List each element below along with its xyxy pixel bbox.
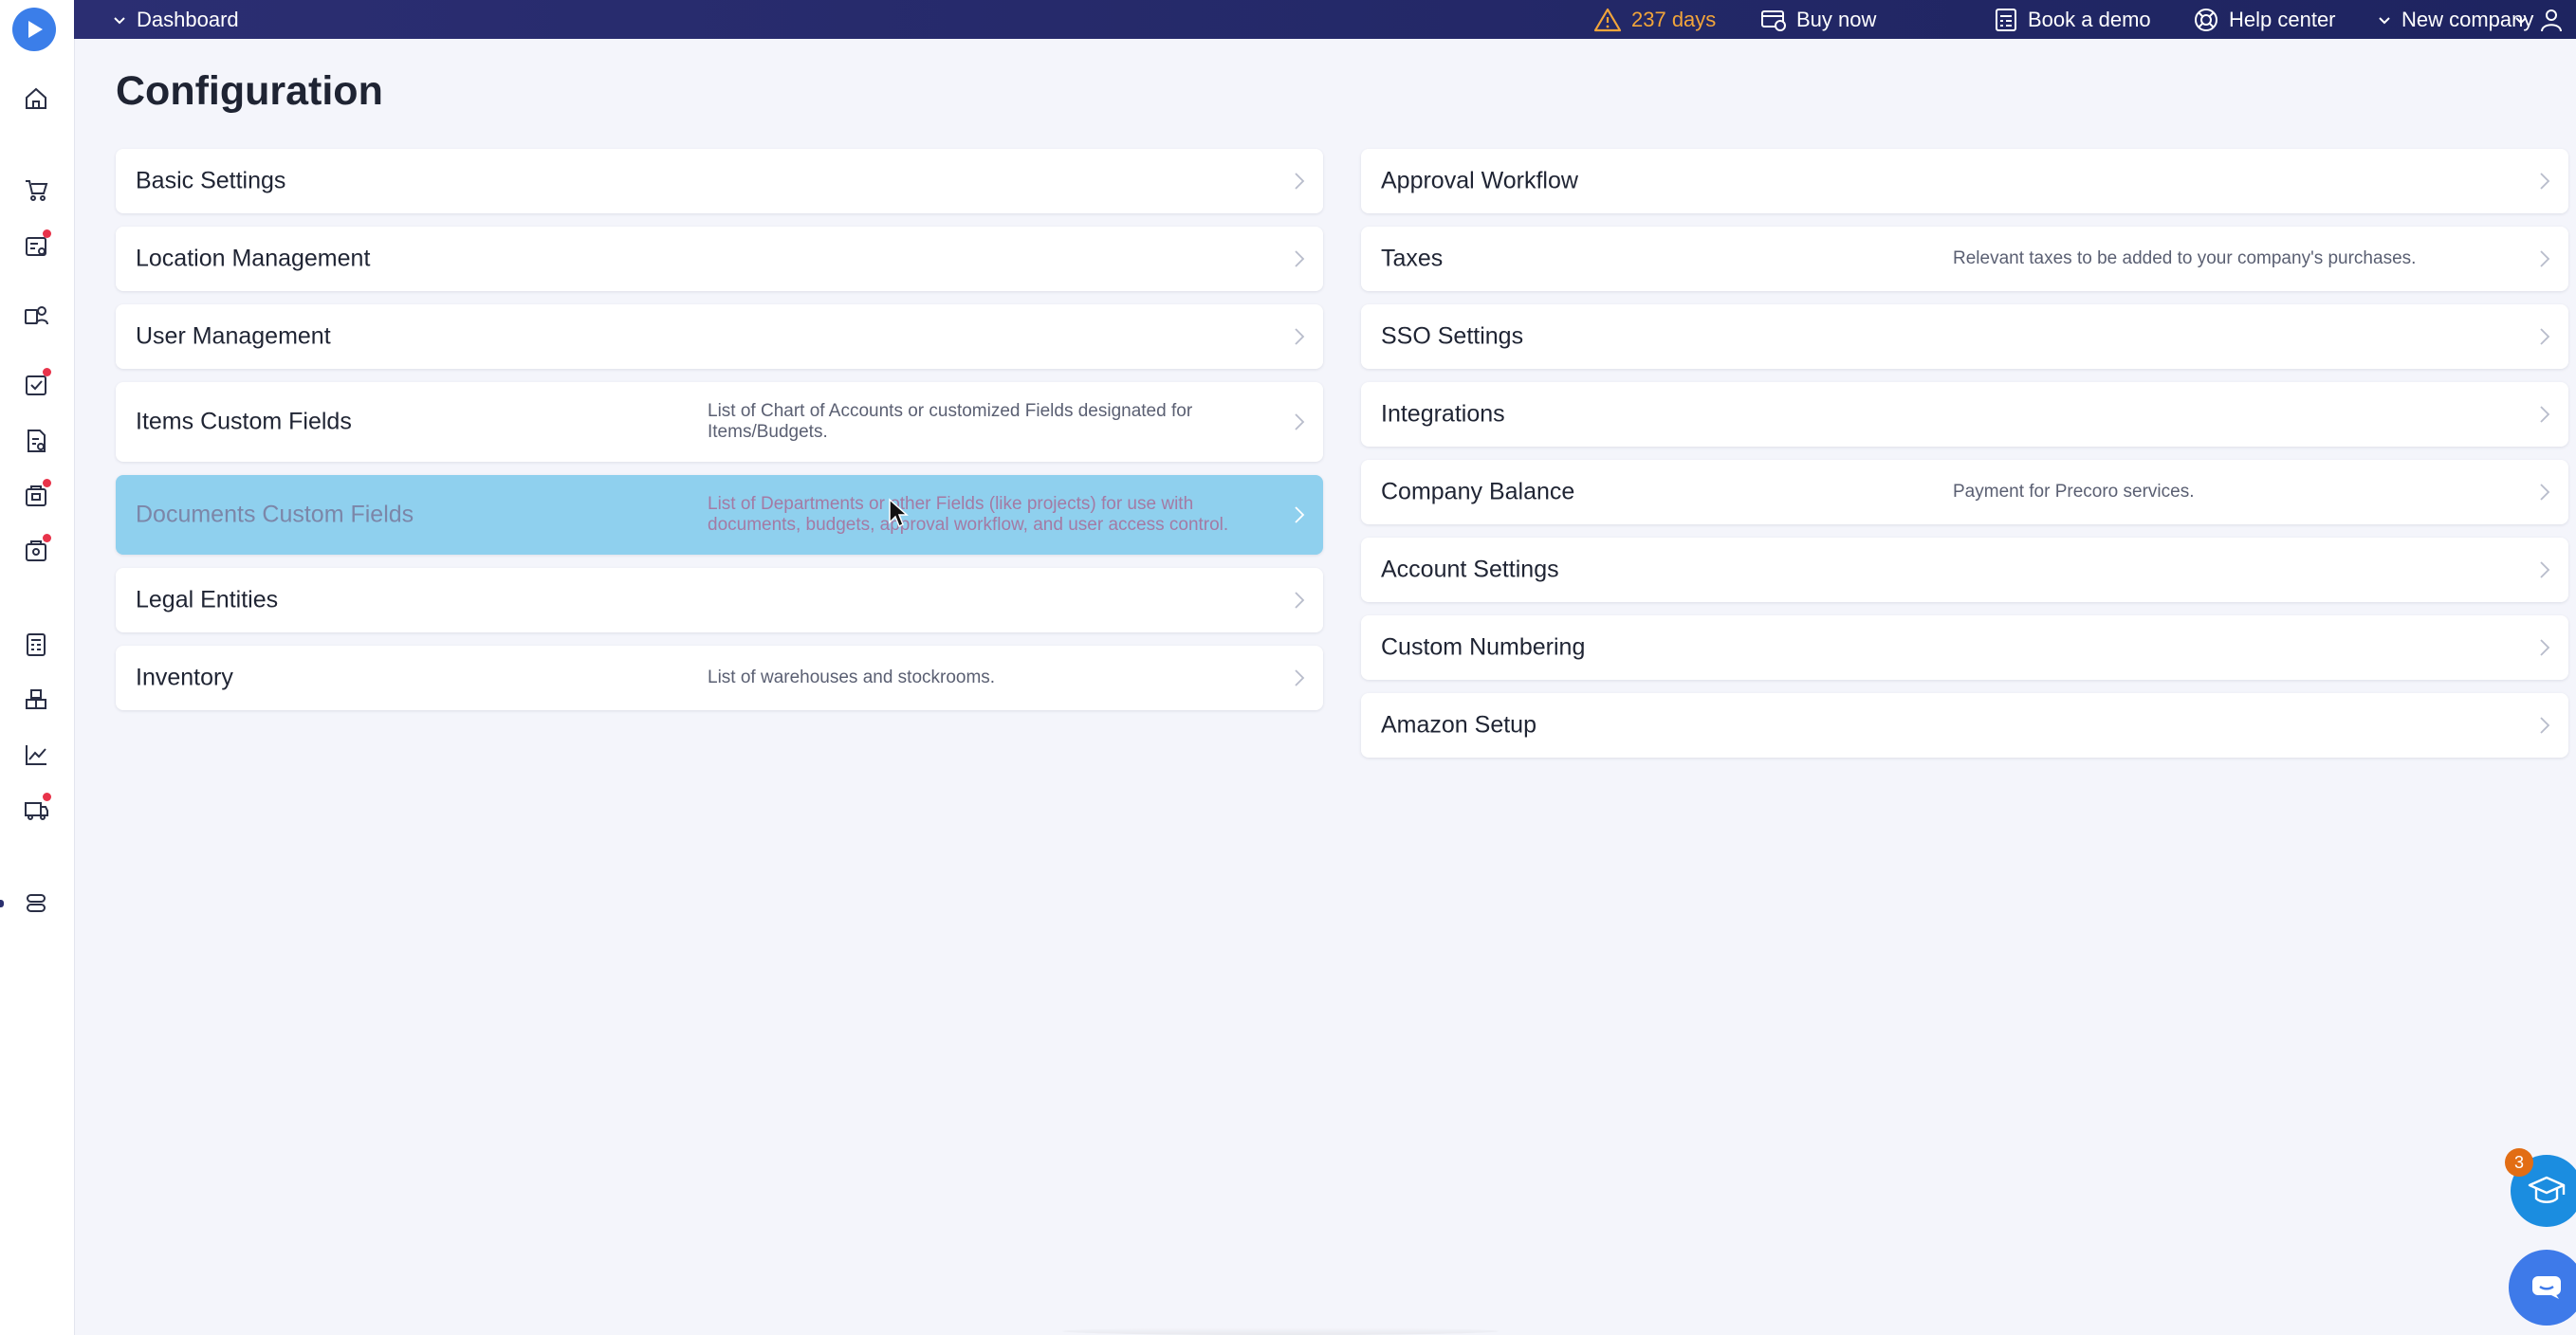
card-location-management[interactable]: Location Management — [116, 227, 1323, 291]
card-title: Custom Numbering — [1381, 633, 1586, 661]
card-title: Legal Entities — [136, 586, 279, 613]
card-sso-settings[interactable]: SSO Settings — [1361, 304, 2568, 369]
receipts-icon[interactable] — [19, 479, 53, 513]
notification-dot — [43, 793, 51, 801]
chevron-right-icon — [2534, 637, 2555, 658]
card-description: Payment for Precoro services. — [1953, 482, 2195, 502]
chat-button[interactable] — [2509, 1250, 2576, 1326]
chat-icon — [2532, 1276, 2561, 1299]
sidebar — [0, 0, 75, 1335]
buy-now-label: Buy now — [1796, 7, 1877, 31]
card-description: Relevant taxes to be added to your compa… — [1953, 248, 2417, 268]
user-icon — [2541, 9, 2562, 31]
active-indicator — [0, 900, 4, 907]
notification-dot — [43, 479, 51, 487]
card-title: Amazon Setup — [1381, 711, 1536, 739]
card-description: List of Departments or other Fields (lik… — [708, 494, 1229, 535]
approvals-icon[interactable] — [19, 368, 53, 402]
budgets-icon[interactable] — [19, 628, 53, 662]
card-title: SSO Settings — [1381, 322, 1524, 350]
chevron-right-icon — [2534, 248, 2555, 269]
chevron-right-icon — [1289, 248, 1310, 269]
chevron-down-icon — [114, 16, 125, 24]
chevron-right-icon — [1289, 326, 1310, 347]
card-title: Approval Workflow — [1381, 167, 1578, 194]
lifebuoy-icon — [2195, 8, 2217, 31]
card-inventory[interactable]: Inventory List of warehouses and stockro… — [116, 646, 1323, 710]
buy-now-button[interactable]: Buy now — [1760, 0, 1876, 39]
card-title: Location Management — [136, 245, 371, 272]
calendar-icon — [1996, 8, 2016, 31]
notification-dot — [43, 534, 51, 542]
card-user-management[interactable]: User Management — [116, 304, 1323, 369]
invoices-icon[interactable] — [19, 424, 53, 458]
settings-icon[interactable] — [19, 886, 53, 920]
card-title: Items Custom Fields — [136, 408, 352, 435]
card-custom-numbering[interactable]: Custom Numbering — [1361, 615, 2568, 680]
chevron-right-icon — [2534, 482, 2555, 503]
card-items-custom-fields[interactable]: Items Custom Fields List of Chart of Acc… — [116, 382, 1323, 462]
card-amazon-setup[interactable]: Amazon Setup — [1361, 693, 2568, 758]
page-title: Configuration — [116, 68, 383, 114]
card-title: Integrations — [1381, 400, 1505, 428]
card-title: Taxes — [1381, 245, 1444, 272]
card-account-settings[interactable]: Account Settings — [1361, 538, 2568, 602]
chevron-right-icon — [1289, 590, 1310, 611]
book-demo-button[interactable]: Book a demo — [1994, 0, 2151, 39]
card-description: List of warehouses and stockrooms. — [708, 668, 996, 687]
precoro-logo-icon[interactable] — [12, 8, 56, 51]
card-title: Inventory — [136, 664, 233, 691]
chevron-right-icon — [2534, 404, 2555, 425]
chevron-right-icon — [1289, 411, 1310, 432]
requests-icon[interactable] — [19, 229, 53, 264]
card-integrations[interactable]: Integrations — [1361, 382, 2568, 447]
card-description: List of Chart of Accounts or customized … — [708, 401, 1193, 442]
trial-days-label: 237 days — [1631, 7, 1717, 31]
card-legal-entities[interactable]: Legal Entities — [116, 568, 1323, 632]
delivery-icon[interactable] — [19, 793, 53, 827]
inventory-icon[interactable] — [19, 683, 53, 717]
book-demo-label: Book a demo — [2028, 7, 2151, 31]
notification-dot — [43, 368, 51, 376]
card-title: Account Settings — [1381, 556, 1559, 583]
card-title: Documents Custom Fields — [136, 501, 414, 528]
notification-dot — [43, 229, 51, 238]
payment-icon — [1761, 9, 1786, 31]
analytics-icon[interactable] — [19, 738, 53, 772]
chevron-right-icon — [1289, 668, 1310, 688]
chevron-right-icon — [2534, 715, 2555, 736]
cart-icon[interactable] — [19, 173, 53, 207]
top-bar: Dashboard 237 days Buy now Book a demo H… — [74, 0, 2576, 39]
card-basic-settings[interactable]: Basic Settings — [116, 149, 1323, 213]
card-title: Company Balance — [1381, 478, 1575, 505]
chevron-right-icon — [2534, 559, 2555, 580]
help-center-label: Help center — [2229, 7, 2336, 31]
bottom-scroll-shadow — [1062, 1327, 1499, 1335]
warning-icon — [1593, 8, 1622, 31]
home-icon[interactable] — [19, 82, 53, 116]
card-taxes[interactable]: Taxes Relevant taxes to be added to your… — [1361, 227, 2568, 291]
card-company-balance[interactable]: Company Balance Payment for Precoro serv… — [1361, 460, 2568, 524]
mouse-cursor-icon — [888, 498, 909, 533]
dashboard-menu[interactable]: Dashboard — [112, 0, 239, 39]
education-badge: 3 — [2505, 1148, 2533, 1177]
card-approval-workflow[interactable]: Approval Workflow — [1361, 149, 2568, 213]
chevron-right-icon — [1289, 171, 1310, 192]
card-title: User Management — [136, 322, 331, 350]
chevron-down-icon — [2515, 16, 2527, 24]
company-selector[interactable]: New company — [2377, 0, 2533, 39]
chevron-right-icon — [2534, 171, 2555, 192]
graduation-cap-icon — [2528, 1176, 2566, 1203]
chevron-right-icon — [2534, 326, 2555, 347]
payments-icon[interactable] — [19, 534, 53, 568]
user-menu[interactable] — [2513, 0, 2565, 39]
dashboard-label: Dashboard — [137, 7, 239, 31]
card-title: Basic Settings — [136, 167, 286, 194]
card-documents-custom-fields[interactable]: Documents Custom Fields List of Departme… — [116, 475, 1323, 555]
chevron-down-icon — [2379, 16, 2390, 24]
chevron-right-icon — [1289, 504, 1310, 525]
trial-indicator[interactable]: 237 days — [1593, 0, 1716, 39]
suppliers-icon[interactable] — [19, 298, 53, 332]
help-center-button[interactable]: Help center — [2193, 0, 2336, 39]
